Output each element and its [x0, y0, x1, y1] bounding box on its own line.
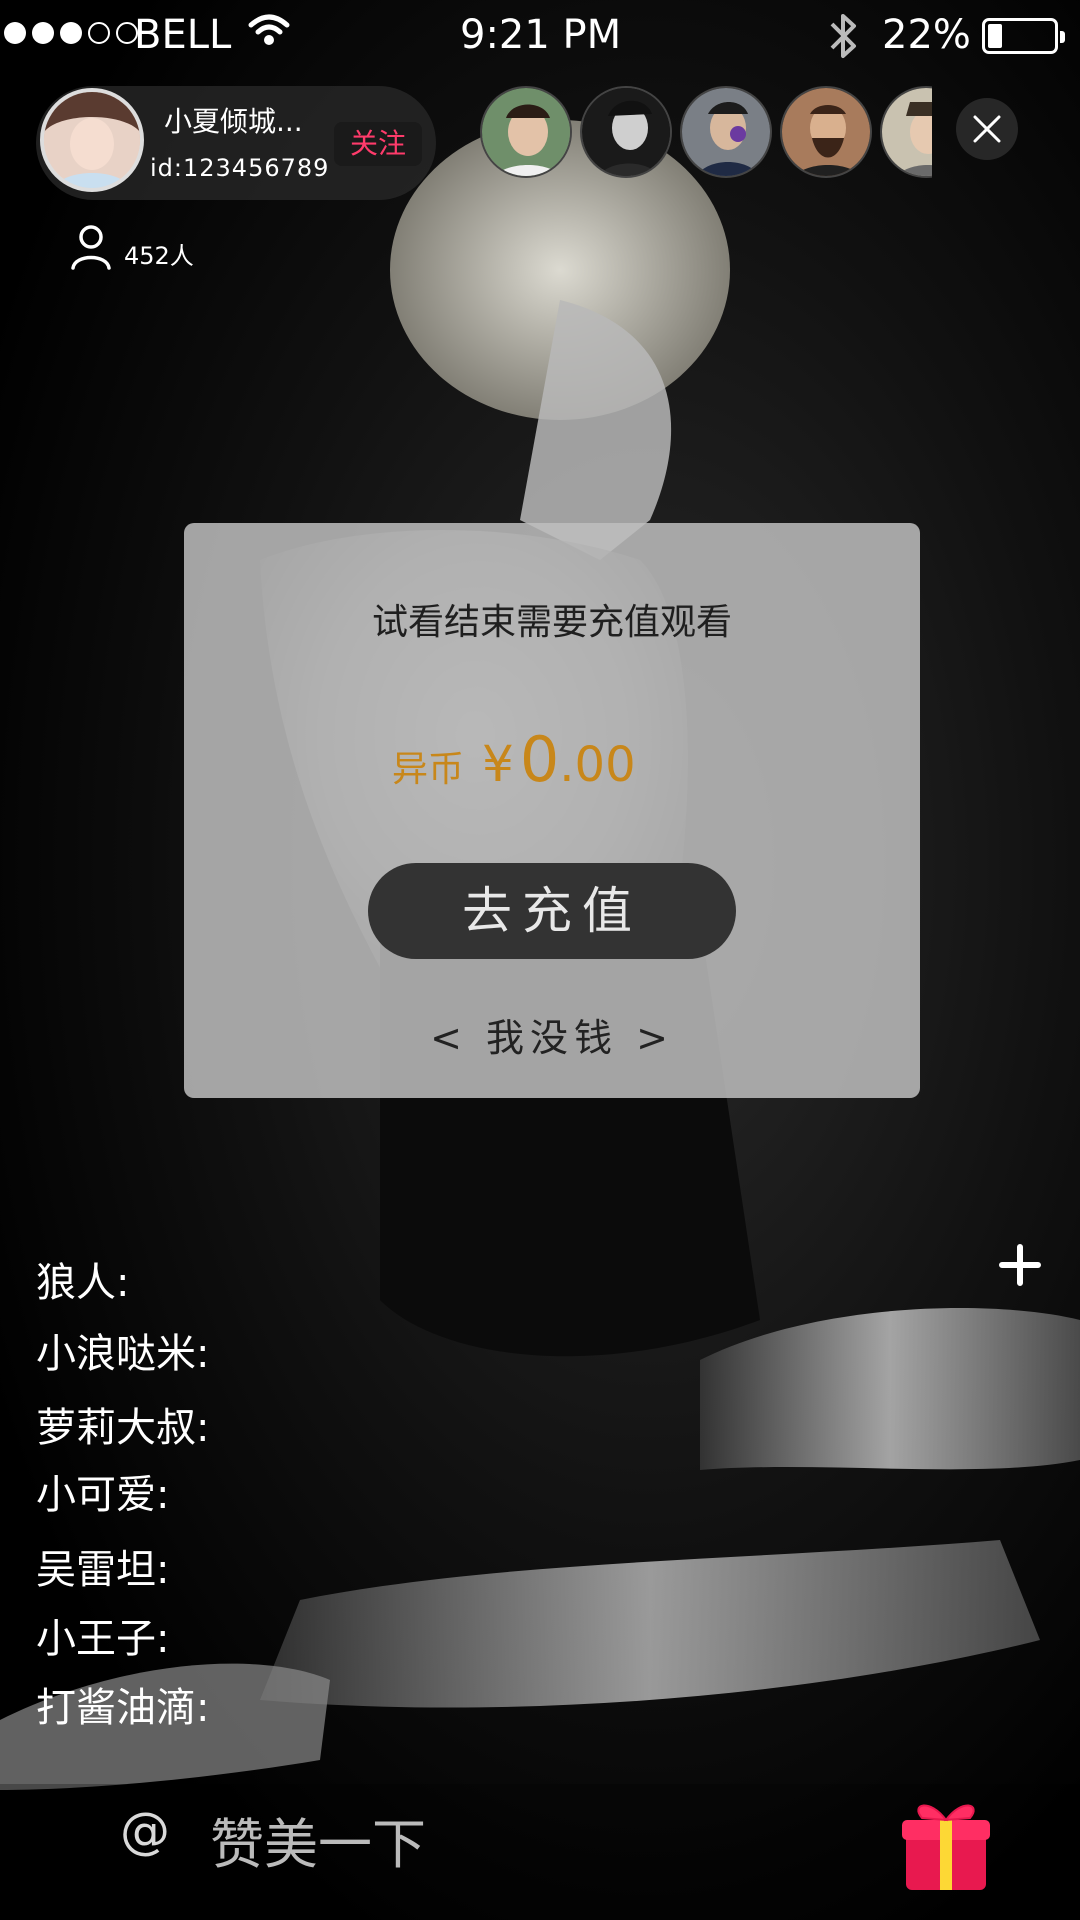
balance-decimal: .00: [559, 737, 636, 793]
viewer-avatar[interactable]: [780, 86, 872, 178]
online-count-label: 452人: [124, 242, 194, 270]
signal-dot: [88, 22, 110, 44]
balance-label: 异币: [392, 749, 465, 790]
close-button[interactable]: [956, 98, 1018, 160]
bluetooth-icon: [826, 10, 860, 72]
viewer-avatar-list: [480, 86, 932, 182]
chat-message: 小可爱:: [36, 1472, 170, 1518]
chat-message: 小浪哒米:: [36, 1331, 210, 1377]
viewer-avatar[interactable]: [580, 86, 672, 178]
battery-nub: [1060, 31, 1065, 43]
follow-button[interactable]: 关注: [334, 122, 422, 166]
trial-ended-dialog: 试看结束需要充值观看 异币 ¥ 0 .00 去充值 < 我没钱 >: [184, 523, 920, 1098]
chat-message: 打酱油滴:: [36, 1685, 210, 1731]
chat-message: 小王子:: [36, 1616, 170, 1662]
host-avatar[interactable]: [40, 88, 144, 192]
close-icon: [973, 115, 1001, 142]
host-name: 小夏倾城...: [164, 105, 303, 138]
wifi-icon: [248, 12, 290, 58]
signal-dot: [4, 22, 26, 44]
viewer-avatar[interactable]: [880, 86, 932, 178]
live-stream-screen: BELL 9:21 PM 22% 小夏倾城... id:123456789 关注…: [0, 0, 1080, 1920]
battery-icon: [982, 18, 1065, 54]
balance-integer: 0: [519, 723, 560, 796]
clock-time: 9:21 PM: [460, 12, 622, 58]
recharge-button[interactable]: 去充值: [368, 863, 736, 959]
currency-symbol: ¥: [482, 735, 514, 793]
chat-message: 萝莉大叔:: [36, 1405, 210, 1451]
chat-message: 狼人:: [36, 1260, 130, 1306]
chat-message: 吴雷坦:: [36, 1547, 170, 1593]
signal-dot: [60, 22, 82, 44]
signal-strength: [4, 22, 138, 44]
host-info-card[interactable]: 小夏倾城... id:123456789 关注: [36, 86, 436, 200]
battery-fill: [988, 24, 1002, 48]
host-id: id:123456789: [150, 154, 330, 182]
viewer-avatar[interactable]: [480, 86, 572, 178]
user-icon: [71, 224, 111, 270]
comment-input[interactable]: 赞美一下: [210, 1800, 426, 1879]
status-bar: BELL 9:21 PM 22%: [0, 0, 1080, 76]
no-money-link[interactable]: < 我没钱 >: [184, 1007, 920, 1062]
online-count: 452人: [70, 222, 194, 271]
carrier-name: BELL: [134, 12, 232, 58]
battery-percentage: 22%: [882, 12, 971, 58]
at-icon[interactable]: @: [120, 1802, 170, 1860]
plus-icon[interactable]: [998, 1234, 1042, 1298]
dialog-message: 试看结束需要充值观看: [371, 602, 732, 643]
gift-icon[interactable]: [900, 1794, 992, 1894]
signal-dot: [32, 22, 54, 44]
coin-balance: 异币 ¥ 0 .00: [392, 723, 636, 796]
viewer-avatar[interactable]: [680, 86, 772, 178]
